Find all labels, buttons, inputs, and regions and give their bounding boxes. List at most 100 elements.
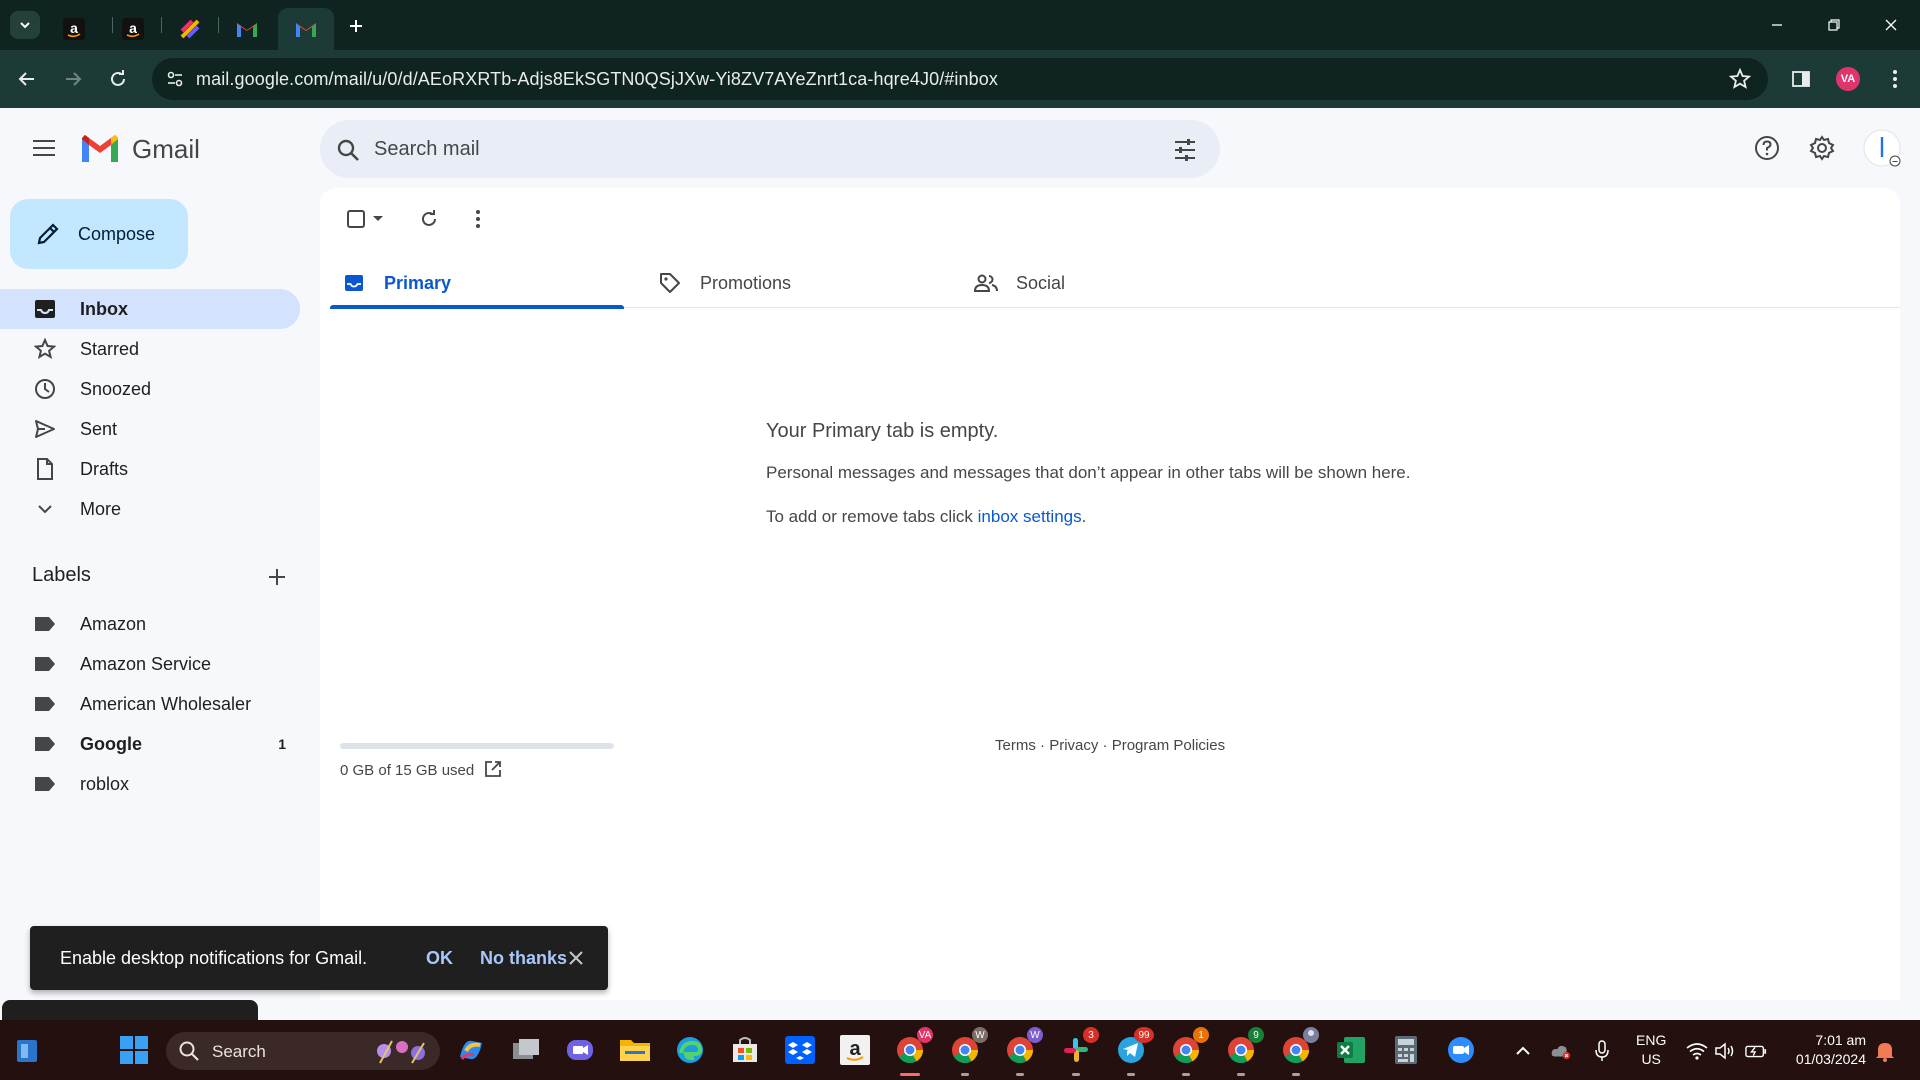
browser-tab-amazon-2[interactable]: a [105, 8, 161, 50]
site-info-button[interactable] [162, 66, 188, 92]
refresh-button[interactable] [412, 202, 446, 236]
account-avatar[interactable] [1862, 128, 1902, 168]
snackbar-no-thanks-button[interactable]: No thanks [480, 948, 567, 969]
compose-button[interactable]: Compose [10, 199, 188, 269]
taskbar-app-store[interactable] [727, 1032, 763, 1068]
reload-icon [422, 210, 436, 226]
wifi-status[interactable] [1686, 1040, 1708, 1062]
new-tab-button[interactable] [343, 13, 369, 39]
taskbar-app-amazon-assistant[interactable]: a [837, 1032, 873, 1068]
label-item-amazon-service[interactable]: Amazon Service [0, 644, 300, 684]
label-item-amazon[interactable]: Amazon [0, 604, 300, 644]
tab-label: Social [1016, 273, 1066, 293]
back-button[interactable] [12, 64, 42, 94]
privacy-link[interactable]: Privacy [1049, 737, 1098, 754]
snackbar-ok-button[interactable]: OK [426, 948, 453, 969]
notification-snackbar: Enable desktop notifications for Gmail. … [30, 926, 608, 990]
create-label-button[interactable] [262, 562, 292, 592]
search-icon [179, 1041, 199, 1061]
sidebar-item-starred[interactable]: Starred [0, 329, 300, 369]
sidebar-item-sent[interactable]: Sent [0, 409, 300, 449]
manage-storage-button[interactable] [482, 758, 504, 780]
footer-separator: · [1035, 737, 1050, 754]
chrome-menu-button[interactable] [1880, 64, 1910, 94]
tab-promotions[interactable]: Promotions [646, 258, 940, 308]
close-window-button[interactable] [1876, 10, 1906, 40]
taskbar-app-calculator[interactable] [1388, 1032, 1424, 1068]
label-item-roblox[interactable]: roblox [0, 764, 300, 804]
widgets-button[interactable] [10, 1032, 46, 1068]
onedrive-status[interactable] [1550, 1040, 1572, 1062]
browser-tab-amazon-1[interactable]: a [46, 8, 102, 50]
browser-profile-avatar[interactable]: VA [1836, 67, 1860, 91]
terms-link[interactable]: Terms [995, 737, 1036, 754]
tab-social[interactable]: Social [962, 258, 1256, 308]
taskbar-app-file-explorer[interactable] [617, 1032, 653, 1068]
browser-tab-gmail-active[interactable] [278, 8, 334, 50]
keyboard-layout: US [1641, 1051, 1661, 1067]
search-options-button[interactable] [1170, 135, 1200, 165]
empty-state: Your Primary tab is empty. Personal mess… [766, 420, 1411, 527]
plus-icon [269, 569, 285, 585]
start-button[interactable] [116, 1032, 152, 1068]
taskbar-app-chrome-9[interactable]: 9 [1223, 1027, 1264, 1076]
taskbar-app-slack[interactable]: 3 [1058, 1027, 1099, 1076]
taskbar-app-task-view[interactable] [508, 1032, 544, 1068]
search-button[interactable] [334, 136, 362, 164]
settings-button[interactable] [1802, 128, 1842, 168]
taskbar-app-chrome-w1[interactable]: W [947, 1027, 988, 1076]
url-text[interactable]: mail.google.com/mail/u/0/d/AEoRXRTb-Adjs… [196, 69, 998, 90]
select-all-checkbox[interactable] [340, 202, 390, 236]
gmail-logo-icon[interactable] [80, 132, 120, 164]
taskbar-app-chrome-1[interactable]: 1 [1168, 1027, 1209, 1076]
task-view-icon [513, 1039, 539, 1059]
sidebar-item-snoozed[interactable]: Snoozed [0, 369, 300, 409]
label-item-american-wholesaler[interactable]: American Wholesaler [0, 684, 300, 724]
inbox-icon [32, 296, 58, 322]
support-button[interactable] [1747, 128, 1787, 168]
profile-badge: 1 [1193, 1027, 1209, 1043]
search-input[interactable] [374, 134, 1134, 164]
running-app-indicator [1016, 1073, 1024, 1076]
microphone-status[interactable] [1591, 1040, 1613, 1062]
tab-search-button[interactable] [10, 11, 40, 39]
volume-status[interactable] [1714, 1040, 1736, 1062]
tab-primary[interactable]: Primary [330, 258, 624, 309]
snackbar-close-button[interactable] [562, 944, 590, 972]
input-language-indicator[interactable]: ENG US [1636, 1031, 1666, 1069]
microphone-icon [1595, 1040, 1609, 1061]
taskbar-app-telegram[interactable]: 99 [1113, 1027, 1154, 1076]
reload-button[interactable] [103, 64, 133, 94]
taskbar-app-copilot[interactable] [453, 1032, 489, 1068]
taskbar-app-teams-meet[interactable] [562, 1032, 598, 1068]
battery-status[interactable] [1745, 1040, 1767, 1062]
browser-tab-clickup[interactable] [162, 8, 218, 50]
system-clock[interactable]: 7:01 am 01/03/2024 [1786, 1031, 1866, 1069]
sidebar-item-drafts[interactable]: Drafts [0, 449, 300, 489]
taskbar-app-chrome-va[interactable]: VA [892, 1027, 933, 1076]
taskbar-app-chrome-profile[interactable] [1278, 1027, 1319, 1076]
taskbar-app-edge[interactable] [672, 1032, 708, 1068]
more-vert-icon [1893, 70, 1897, 88]
address-bar[interactable]: mail.google.com/mail/u/0/d/AEoRXRTb-Adjs… [152, 58, 1768, 100]
more-actions-button[interactable] [461, 202, 495, 236]
main-menu-button[interactable] [24, 128, 64, 168]
bookmark-star-button[interactable] [1728, 67, 1752, 91]
show-hidden-icons-button[interactable] [1512, 1040, 1534, 1062]
sidebar-item-inbox[interactable]: Inbox [0, 289, 300, 329]
side-panel-button[interactable] [1786, 64, 1816, 94]
label-item-google[interactable]: Google 1 [0, 724, 300, 764]
inbox-settings-link[interactable]: inbox settings [978, 507, 1082, 526]
program-policies-link[interactable]: Program Policies [1112, 737, 1225, 754]
taskbar-app-zoom[interactable] [1443, 1032, 1479, 1068]
notification-center-button[interactable] [1874, 1040, 1896, 1062]
sidebar-item-more[interactable]: More [0, 489, 300, 529]
browser-tab-gmail-1[interactable] [219, 8, 275, 50]
taskbar-app-chrome-w2[interactable]: W [1002, 1027, 1043, 1076]
restore-button[interactable] [1819, 10, 1849, 40]
taskbar-app-excel[interactable] [1333, 1032, 1369, 1068]
taskbar-search[interactable]: Search [166, 1032, 440, 1070]
forward-button[interactable] [58, 64, 88, 94]
taskbar-app-dropbox[interactable] [782, 1032, 818, 1068]
minimize-button[interactable] [1762, 10, 1792, 40]
